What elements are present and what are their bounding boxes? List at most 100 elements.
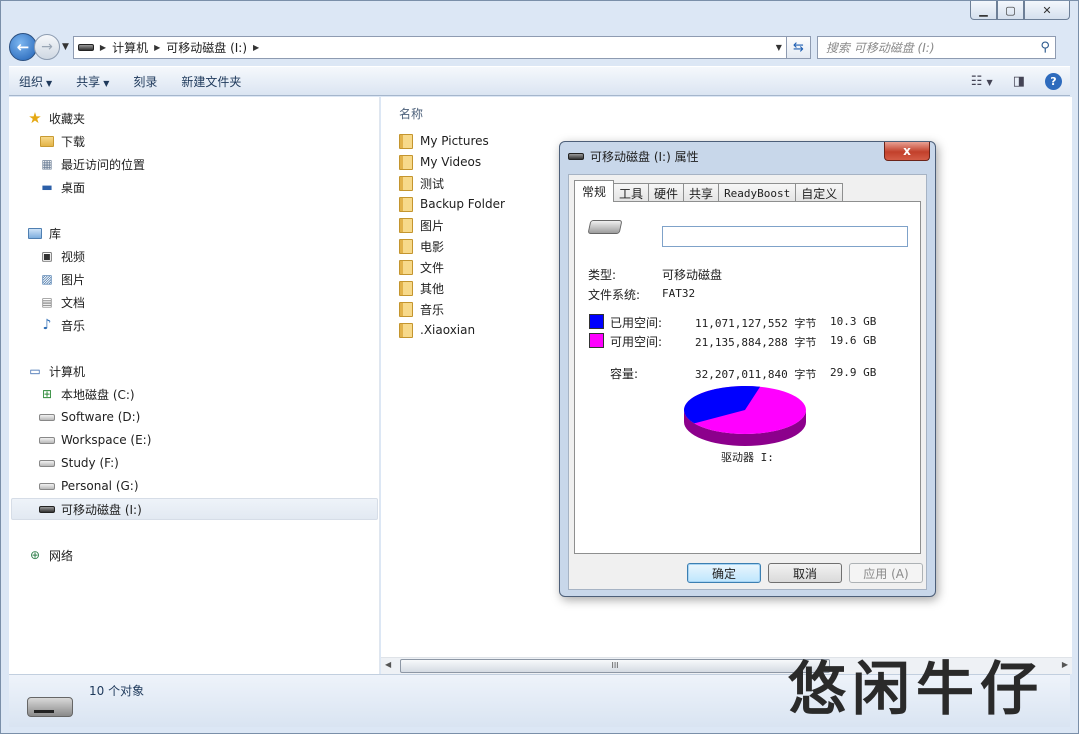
dialog-body: 常规 工具 硬件 共享 ReadyBoost 自定义 类型: 可移动磁盘 文件系… [568,174,927,590]
arrow-right-icon: → [41,39,53,55]
dialog-close-button[interactable]: x [884,142,930,161]
organize-menu[interactable]: 组织 ▼ [19,73,52,90]
free-space-size: 19.6 GB [830,334,877,347]
list-item[interactable]: Backup Folder [399,194,505,214]
sidebar-item-label: 下载 [61,134,86,149]
caption-buttons: ▁ ▢ ✕ [970,1,1070,20]
close-icon: x [903,144,911,158]
free-space-bytes: 21,135,884,288 字节 [695,336,817,349]
chevron-down-icon: ▼ [46,78,53,88]
sidebar-network[interactable]: ⊕ 网络 [27,544,73,566]
tab-sharing[interactable]: 共享 [683,183,720,202]
desktop-icon: ▬ [41,180,53,194]
sidebar-item-label: 计算机 [49,364,86,379]
tab-readyboost[interactable]: ReadyBoost [718,183,797,202]
preview-pane-icon[interactable]: ◨ [1013,74,1025,89]
list-item[interactable]: 图片 [399,215,444,235]
dialog-title: 可移动磁盘 (I:) 属性 [590,150,699,164]
tab-hardware[interactable]: 硬件 [648,183,685,202]
breadcrumb-drive[interactable]: 可移动磁盘 (I:) [166,39,247,56]
removable-drive-icon [568,153,584,160]
sidebar-item-label: Personal (G:) [61,479,139,493]
sidebar-item-drive-c[interactable]: ⊞ 本地磁盘 (C:) [39,383,135,405]
sidebar-item-recent[interactable]: ▦ 最近访问的位置 [39,153,145,175]
capacity-size: 29.9 GB [830,366,877,379]
used-space-label: 已用空间: [610,316,663,330]
search-input[interactable]: 搜索 可移动磁盘 (I:) ⚲ [816,35,1056,59]
list-item[interactable]: My Pictures [399,131,489,151]
downloads-folder-icon [39,133,55,149]
scrollbar-thumb[interactable]: III [400,659,830,673]
capacity-bytes: 32,207,011,840 字节 [695,368,817,381]
sidebar-item-label: 视频 [61,249,86,264]
minimize-button[interactable]: ▁ [970,1,997,20]
list-item[interactable]: 电影 [399,236,444,256]
divider [588,257,906,258]
view-options-icon[interactable]: ☷ ▼ [971,74,993,89]
sidebar-item-drive-g[interactable]: Personal (G:) [39,475,139,497]
cancel-button[interactable]: 取消 [768,563,842,583]
sidebar-item-drive-i[interactable]: 可移动磁盘 (I:) [11,498,378,520]
sidebar-item-downloads[interactable]: 下载 [39,130,85,152]
used-space-bytes: 11,071,127,552 字节 [695,317,817,330]
sidebar-item-drive-e[interactable]: Workspace (E:) [39,429,151,451]
sidebar-favorites[interactable]: ★ 收藏夹 [27,107,85,129]
volume-label-field[interactable] [662,226,908,247]
sidebar-item-pictures[interactable]: ▨ 图片 [39,268,85,290]
scroll-right-icon[interactable]: ▶ [1062,660,1068,669]
column-header-name[interactable]: 名称 [399,105,423,122]
file-name: 图片 [420,218,445,233]
folder-icon [399,322,413,338]
file-name: 其他 [420,281,445,296]
sidebar-item-label: 可移动磁盘 (I:) [61,502,142,517]
list-item[interactable]: .Xiaoxian [399,320,475,340]
recent-pages-chevron-icon[interactable]: ▼ [62,42,69,52]
scroll-left-icon[interactable]: ◀ [385,660,391,669]
breadcrumb-chevron-icon[interactable]: ▶ [154,43,160,52]
sidebar-item-documents[interactable]: ▤ 文档 [39,291,85,313]
maximize-button[interactable]: ▢ [997,1,1024,20]
help-icon[interactable]: ? [1045,72,1062,90]
close-button[interactable]: ✕ [1024,1,1070,20]
list-item[interactable]: 音乐 [399,299,444,319]
sidebar-item-drive-d[interactable]: Software (D:) [39,406,140,428]
breadcrumb-chevron-icon[interactable]: ▶ [100,43,106,52]
hard-drive-icon [39,455,55,471]
sidebar-libraries[interactable]: 库 [27,222,61,244]
address-bar[interactable]: ▶ 计算机 ▶ 可移动磁盘 (I:) ▶ ▼ [72,35,787,59]
apply-button[interactable]: 应用 (A) [849,563,923,583]
picture-icon: ▨ [41,272,53,286]
ok-button[interactable]: 确定 [687,563,761,583]
list-item[interactable]: 测试 [399,173,444,193]
sidebar-item-videos[interactable]: ▣ 视频 [39,245,85,267]
tab-general[interactable]: 常规 [574,180,615,202]
close-icon: ✕ [1042,3,1052,17]
search-icon[interactable]: ⚲ [1040,40,1050,55]
sidebar-item-music[interactable]: ♪ 音乐 [39,314,85,336]
file-name: Backup Folder [420,197,505,211]
sidebar-item-label: 桌面 [61,180,86,195]
sidebar-item-drive-f[interactable]: Study (F:) [39,452,119,474]
forward-button[interactable]: → [34,34,60,60]
sidebar-computer[interactable]: ▭ 计算机 [27,360,85,382]
list-item[interactable]: 文件 [399,257,444,277]
tab-tools[interactable]: 工具 [613,183,650,202]
properties-dialog: 可移动磁盘 (I:) 属性 x 常规 工具 硬件 共享 ReadyBoost 自… [559,141,936,597]
tab-customize[interactable]: 自定义 [795,183,844,202]
refresh-button[interactable]: ⇆ [786,35,811,59]
new-folder-button[interactable]: 新建文件夹 [181,73,241,90]
removable-drive-icon [587,220,623,234]
list-item[interactable]: My Videos [399,152,481,172]
share-menu[interactable]: 共享 ▼ [76,73,109,90]
burn-button[interactable]: 刻录 [133,73,157,90]
address-dropdown-icon[interactable]: ▼ [776,43,782,52]
file-name: My Videos [420,155,482,169]
breadcrumb-computer[interactable]: 计算机 [112,39,148,56]
back-button[interactable]: ← [9,33,37,61]
file-name: 电影 [420,239,445,254]
list-item[interactable]: 其他 [399,278,444,298]
breadcrumb-chevron-icon[interactable]: ▶ [253,43,259,52]
folder-icon [399,196,413,212]
dialog-title-bar: 可移动磁盘 (I:) 属性 [568,148,699,165]
sidebar-item-desktop[interactable]: ▬ 桌面 [39,176,85,198]
